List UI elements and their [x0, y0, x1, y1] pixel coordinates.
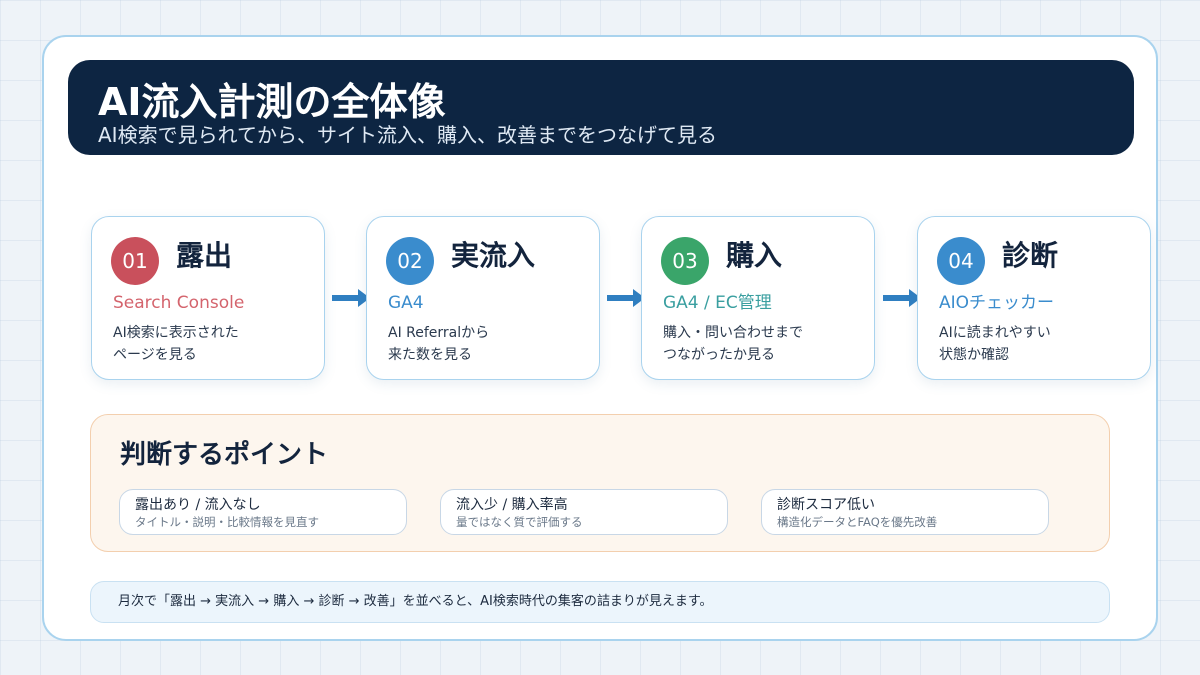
- step-name: 実流入: [451, 239, 536, 272]
- footer-note: 月次で「露出 → 実流入 → 購入 → 診断 → 改善」を並べると、AI検索時代…: [118, 594, 713, 609]
- decision-point-condition: 露出あり / 流入なし: [135, 497, 261, 513]
- decision-point-action: 構造化データとFAQを優先改善: [777, 515, 938, 529]
- step-description-line: 購入・問い合わせまで: [663, 325, 803, 341]
- decision-point-action: タイトル・説明・比較情報を見直す: [135, 515, 319, 529]
- step-number-badge: 03: [661, 237, 709, 285]
- step-description: AIに読まれやすい 状態か確認: [939, 322, 1051, 366]
- step-number-badge: 01: [111, 237, 159, 285]
- step-number-badge: 02: [386, 237, 434, 285]
- step-description-line: 状態か確認: [939, 347, 1009, 363]
- step-tool: AIOチェッカー: [939, 293, 1055, 313]
- step-description-line: AIに読まれやすい: [939, 325, 1051, 341]
- step-description: AI検索に表示された ページを見る: [113, 322, 239, 366]
- decision-point-condition: 診断スコア低い: [777, 497, 875, 513]
- step-name: 露出: [176, 239, 233, 272]
- decision-point-card: 診断スコア低い 構造化データとFAQを優先改善: [761, 489, 1049, 535]
- step-description-line: 来た数を見る: [388, 347, 472, 363]
- right-arrow-icon: [332, 289, 370, 307]
- step-description: AI Referralから 来た数を見る: [388, 322, 489, 366]
- right-arrow-icon: [883, 289, 921, 307]
- step-card-exposure: 01 露出 Search Console AI検索に表示された ページを見る: [91, 216, 325, 380]
- step-description-line: つながったか見る: [663, 347, 775, 363]
- step-description: 購入・問い合わせまで つながったか見る: [663, 322, 803, 366]
- decision-point-condition: 流入少 / 購入率高: [456, 497, 568, 513]
- decision-points-title: 判断するポイント: [120, 440, 329, 470]
- step-number-badge: 04: [937, 237, 985, 285]
- decision-point-action: 量ではなく質で評価する: [456, 515, 583, 529]
- step-tool: GA4: [388, 293, 424, 313]
- step-name: 診断: [1002, 239, 1059, 272]
- step-description-line: ページを見る: [113, 347, 197, 363]
- step-card-diagnosis: 04 診断 AIOチェッカー AIに読まれやすい 状態か確認: [917, 216, 1151, 380]
- decision-point-card: 露出あり / 流入なし タイトル・説明・比較情報を見直す: [119, 489, 407, 535]
- step-tool: Search Console: [113, 293, 245, 313]
- page-title: AI流入計測の全体像: [98, 80, 446, 124]
- step-description-line: AI検索に表示された: [113, 325, 239, 341]
- step-card-purchase: 03 購入 GA4 / EC管理 購入・問い合わせまで つながったか見る: [641, 216, 875, 380]
- right-arrow-icon: [607, 289, 645, 307]
- step-tool: GA4 / EC管理: [663, 293, 772, 313]
- decision-point-card: 流入少 / 購入率高 量ではなく質で評価する: [440, 489, 728, 535]
- step-card-inflow: 02 実流入 GA4 AI Referralから 来た数を見る: [366, 216, 600, 380]
- step-description-line: AI Referralから: [388, 325, 490, 341]
- page-subtitle: AI検索で見られてから、サイト流入、購入、改善までをつなげて見る: [98, 123, 717, 147]
- step-name: 購入: [726, 239, 783, 272]
